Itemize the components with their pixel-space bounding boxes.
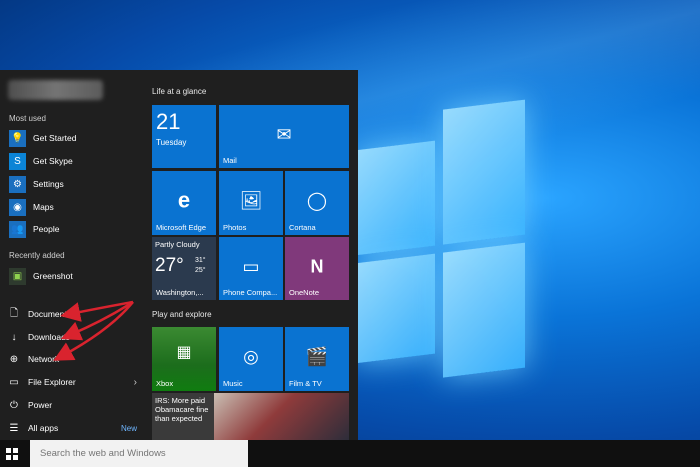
windows-start-icon[interactable] <box>6 448 18 460</box>
download-icon: ↓ <box>11 331 17 343</box>
app-label: People <box>33 224 60 234</box>
place-network[interactable]: ⊕ Network <box>9 350 137 368</box>
tile-calendar[interactable]: 21 Tuesday <box>152 105 216 168</box>
place-label: All apps <box>28 423 59 433</box>
tile-photos[interactable]: 🖼 Photos <box>219 171 283 235</box>
new-badge: New <box>120 423 137 433</box>
tile-label: Washington,... <box>156 288 204 297</box>
place-all-apps[interactable]: ☰ All apps New <box>9 419 137 437</box>
cortana-icon: ◯ <box>306 190 328 211</box>
tile-music[interactable]: ◎ Music <box>219 327 283 391</box>
tile-label: Xbox <box>156 379 174 388</box>
mail-icon: ✉ <box>276 123 292 144</box>
app-get-skype[interactable]: S Get Skype <box>9 151 139 171</box>
people-icon: 👥 <box>9 220 26 238</box>
app-label: Settings <box>33 179 64 189</box>
tile-xbox[interactable]: ▦ Xbox <box>152 327 216 391</box>
calendar-weekday: Tuesday <box>156 138 187 147</box>
document-icon: 🗋 <box>9 307 19 319</box>
tile-cortana[interactable]: ◯ Cortana <box>285 171 349 235</box>
tile-mail[interactable]: ✉ Mail <box>219 105 349 168</box>
taskbar <box>0 440 700 467</box>
place-label: Downloads <box>28 332 71 342</box>
tile-label: Music <box>223 379 243 388</box>
weather-temp: 27° <box>155 255 184 276</box>
news-headline: IRS: More paid Obamacare fine than expec… <box>155 396 209 423</box>
tile-label: Phone Compa... <box>223 288 278 297</box>
onenote-icon: N <box>310 255 324 276</box>
tile-phone-companion[interactable]: ▭ Phone Compa... <box>219 237 283 300</box>
app-label: Get Started <box>33 133 77 143</box>
music-icon: ◎ <box>243 346 259 367</box>
tile-weather[interactable]: Partly Cloudy 27° 31° 25° Washington,... <box>152 237 216 300</box>
place-documents[interactable]: 🗋 Documents <box>9 305 137 323</box>
camera-icon: ◉ <box>9 198 26 216</box>
tile-label: OneNote <box>289 288 320 297</box>
tile-label: Mail <box>223 156 237 165</box>
weather-condition: Partly Cloudy <box>155 240 200 249</box>
app-get-started[interactable]: 💡 Get Started <box>9 128 139 148</box>
recently-added-header: Recently added <box>9 251 65 260</box>
news-image <box>214 393 349 440</box>
file-explorer-icon: ▭ <box>9 376 19 388</box>
app-label: Get Skype <box>33 156 73 166</box>
group-header-life: Life at a glance <box>152 87 207 96</box>
film-icon: 🎬 <box>305 346 329 367</box>
place-label: Power <box>28 400 53 410</box>
all-apps-icon: ☰ <box>9 422 19 434</box>
tile-film-tv[interactable]: 🎬 Film & TV <box>285 327 349 391</box>
app-label: Maps <box>33 202 54 212</box>
windows-logo-wallpaper <box>355 99 525 378</box>
chevron-right-icon[interactable]: › <box>134 377 137 388</box>
tile-label: Film & TV <box>289 379 322 388</box>
tile-onenote[interactable]: N OneNote <box>285 237 349 300</box>
start-left-column: Most used 💡 Get Started S Get Skype ⚙ Se… <box>0 70 143 440</box>
place-label: Network <box>28 354 60 364</box>
tile-news[interactable]: IRS: More paid Obamacare fine than expec… <box>152 393 349 440</box>
group-header-play: Play and explore <box>152 310 212 319</box>
app-greenshot[interactable]: ▣ Greenshot <box>9 266 139 286</box>
app-maps[interactable]: ◉ Maps <box>9 197 139 217</box>
user-account-blurred[interactable] <box>8 80 103 100</box>
place-file-explorer[interactable]: ▭ File Explorer › <box>9 373 137 391</box>
lightbulb-icon: 💡 <box>9 129 26 147</box>
start-menu: Most used 💡 Get Started S Get Skype ⚙ Se… <box>0 70 358 440</box>
xbox-characters-image: ▦ <box>176 343 192 361</box>
search-input[interactable] <box>38 440 242 467</box>
tile-label: Photos <box>223 223 247 232</box>
tile-label: Cortana <box>289 223 316 232</box>
edge-icon: e <box>177 187 191 213</box>
app-label: Greenshot <box>33 271 73 281</box>
tile-label: Microsoft Edge <box>156 223 207 232</box>
most-used-header: Most used <box>9 114 46 123</box>
calendar-day: 21 <box>156 109 181 134</box>
app-people[interactable]: 👥 People <box>9 219 139 239</box>
place-downloads[interactable]: ↓ Downloads <box>9 328 137 346</box>
place-label: Documents <box>28 309 71 319</box>
weather-low: 25° <box>195 267 206 274</box>
gear-icon: ⚙ <box>9 175 26 193</box>
greenshot-icon: ▣ <box>9 267 26 285</box>
network-icon: ⊕ <box>9 353 19 365</box>
tile-microsoft-edge[interactable]: e Microsoft Edge <box>152 171 216 235</box>
place-power[interactable]: ⏻ Power <box>9 396 137 414</box>
photos-icon: 🖼 <box>239 190 263 211</box>
power-icon: ⏻ <box>10 399 18 411</box>
skype-icon: S <box>9 152 26 170</box>
taskbar-search[interactable] <box>30 440 248 467</box>
app-settings[interactable]: ⚙ Settings <box>9 174 139 194</box>
weather-high: 31° <box>195 257 206 264</box>
phone-icon: ▭ <box>242 255 260 276</box>
place-label: File Explorer <box>28 377 76 387</box>
